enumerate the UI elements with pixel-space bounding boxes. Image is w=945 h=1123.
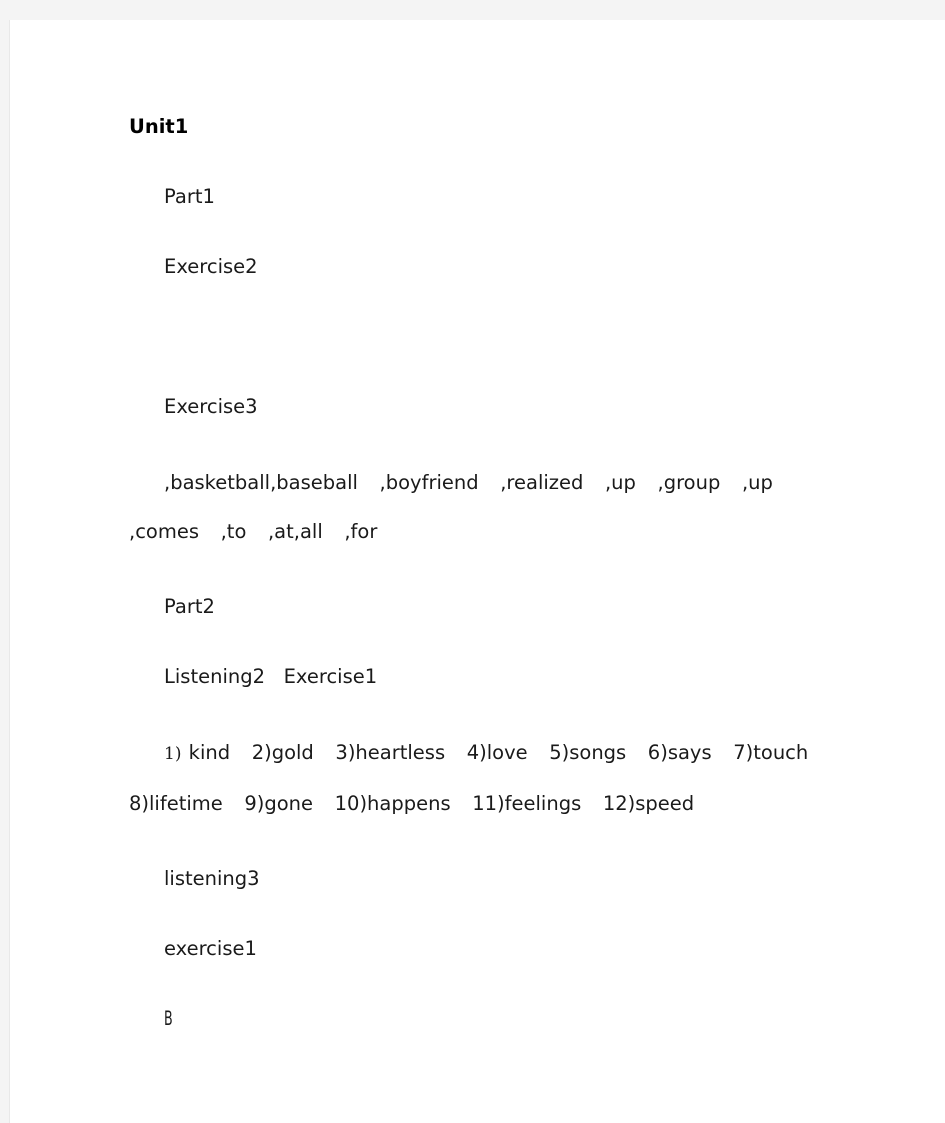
paragraph-exercise1: exercise1 [164, 937, 257, 960]
paragraph-part2: Part2 [164, 595, 215, 618]
answer-number-marker: 1) [164, 744, 182, 764]
answers-exercise3: ,basketball,baseball ,boyfriend ,realize… [129, 471, 795, 543]
empty-paragraph [129, 286, 834, 356]
paragraph-part1: Part1 [164, 185, 215, 208]
document-background: Unit1 Part1 Exercise2 Exercise3 ,basketb… [0, 0, 945, 1123]
paragraph-listening2: Listening2 Exercise1 [164, 665, 378, 688]
paragraph-exercise3: Exercise3 [164, 395, 258, 418]
paragraph-listening3: listening3 [164, 867, 260, 890]
document-page: Unit1 Part1 Exercise2 Exercise3 ,basketb… [9, 20, 945, 1123]
answer-b-glyph: B [164, 1007, 173, 1030]
paragraph-answer-b: B [129, 1000, 834, 1038]
page-title: Unit1 [129, 115, 189, 138]
paragraph-exercise2: Exercise2 [164, 255, 258, 278]
document-body: Unit1 Part1 Exercise2 Exercise3 ,basketb… [129, 108, 834, 1038]
answers-listening2: 1) kind 2)gold 3)heartless 4)love 5)song… [129, 728, 834, 828]
answers-listening2-text: kind 2)gold 3)heartless 4)love 5)songs 6… [129, 741, 830, 815]
